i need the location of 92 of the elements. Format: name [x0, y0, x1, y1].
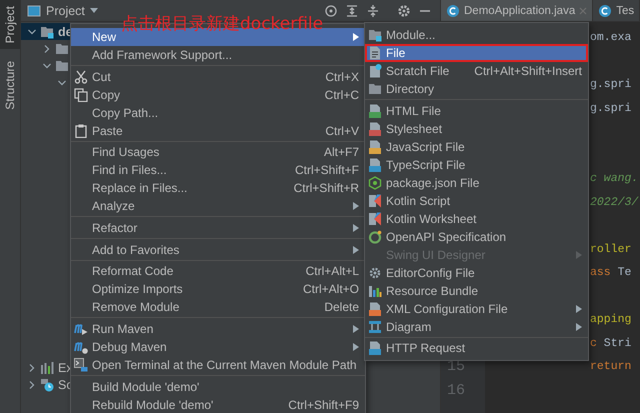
class-icon	[446, 4, 460, 18]
code-line: c Stri	[590, 336, 632, 350]
code-line: apping	[590, 313, 632, 326]
menu-item[interactable]: JavaScript File	[365, 138, 588, 156]
menu-item[interactable]: Reformat Code Ctrl+Alt+L	[71, 262, 365, 280]
gear-icon	[368, 266, 382, 280]
menu-item[interactable]: Directory	[365, 80, 588, 98]
collapse-all-icon[interactable]	[366, 4, 380, 18]
menu-item[interactable]: EditorConfig File	[365, 264, 588, 282]
api-file-icon	[368, 341, 382, 356]
menu-item[interactable]: Stylesheet	[365, 120, 588, 138]
folder-icon	[368, 82, 382, 96]
menu-item[interactable]: OpenAPI Specification	[365, 228, 588, 246]
kotlin-file-icon	[368, 212, 382, 226]
menu-item[interactable]: Remove Module Delete	[71, 298, 365, 316]
js-file-icon	[368, 140, 382, 154]
hexagon-icon	[368, 176, 382, 190]
menu-item[interactable]: Analyze	[71, 197, 365, 216]
menu-item[interactable]: Optimize Imports Ctrl+Alt+O	[71, 280, 365, 298]
folder-icon	[55, 58, 69, 72]
kotlin-file-icon	[368, 194, 382, 208]
menu-item[interactable]: Run Maven	[71, 320, 365, 338]
code-line: g.spri	[590, 78, 632, 92]
editor-tab[interactable]: DemoApplication.java	[441, 0, 594, 21]
ring-icon	[368, 230, 382, 244]
clipboard-icon	[74, 124, 88, 138]
code-line: c wang.	[590, 172, 638, 186]
menu-item[interactable]: package.json File	[365, 174, 588, 192]
menu-item[interactable]: Diagram	[365, 318, 588, 336]
menu-item[interactable]: HTTP Request	[365, 339, 588, 358]
menu-item[interactable]: Cut Ctrl+X	[71, 68, 365, 86]
code-line: g.spri	[590, 102, 632, 115]
menu-item[interactable]: Scratch File Ctrl+Alt+Shift+Insert	[365, 62, 588, 80]
chevron-icon[interactable]	[28, 364, 36, 372]
menu-item[interactable]: Copy Ctrl+C	[71, 86, 365, 104]
caret-icon[interactable]	[90, 8, 98, 14]
menu-item[interactable]: File	[365, 44, 588, 62]
ts-file-icon	[368, 158, 382, 172]
editor-tab[interactable]: Tes	[593, 0, 640, 21]
menu-item[interactable]: Module...	[365, 26, 588, 44]
css-file-icon	[368, 122, 382, 136]
code-line: om.exa	[590, 31, 632, 44]
code-line: ass Te	[590, 266, 632, 280]
locate-icon[interactable]	[324, 4, 338, 18]
menu-item[interactable]: Paste Ctrl+V	[71, 122, 365, 140]
class-icon	[598, 4, 612, 18]
scratch-file-icon	[368, 64, 382, 78]
chevron-icon[interactable]	[28, 380, 36, 388]
menu-item[interactable]: Replace in Files... Ctrl+Shift+R	[71, 179, 365, 198]
panel-title[interactable]: Project	[46, 4, 85, 18]
html-file-icon	[368, 104, 382, 118]
menu-item[interactable]: Add to Favorites	[71, 240, 365, 259]
menu-item[interactable]: Find in Files... Ctrl+Shift+F	[71, 161, 365, 180]
menu-item[interactable]: Resource Bundle	[365, 282, 588, 300]
settings-icon[interactable]	[397, 4, 411, 18]
menu-item[interactable]: Add Framework Support...	[71, 46, 365, 64]
window-icon	[27, 4, 41, 18]
tool-window-tab[interactable]: Structure	[0, 55, 20, 116]
menu-item[interactable]: Refactor	[71, 219, 365, 238]
scissors-icon	[74, 70, 88, 84]
menu-item[interactable]: Rebuild Module 'demo' Ctrl+Shift+F9	[71, 396, 365, 413]
chevron-icon[interactable]	[43, 44, 51, 52]
menu-item[interactable]: Kotlin Script	[365, 192, 588, 210]
xml-file-icon	[368, 302, 382, 316]
code-line: 2022/3/	[590, 196, 638, 209]
expand-all-icon[interactable]	[345, 4, 359, 18]
menu-item[interactable]: HTML File	[365, 102, 588, 120]
menu-item[interactable]: XML Configuration File	[365, 300, 588, 318]
m-bug-icon	[74, 340, 88, 354]
menu-item[interactable]: Copy Path...	[71, 104, 365, 122]
chevron-icon[interactable]	[58, 78, 66, 86]
menu-item[interactable]: Find Usages Alt+F7	[71, 143, 365, 162]
terminal-icon	[74, 358, 88, 372]
menu-item[interactable]: TypeScript File	[365, 156, 588, 174]
chevron-icon[interactable]	[43, 62, 51, 70]
menu-item[interactable]: Build Module 'demo'	[71, 378, 365, 396]
file-icon	[368, 46, 382, 60]
m-play-icon	[74, 322, 88, 336]
chevron-icon[interactable]	[28, 28, 36, 36]
library-icon	[40, 360, 54, 374]
menu-item[interactable]: Debug Maven	[71, 338, 365, 356]
code-line: roller	[590, 242, 632, 256]
module-folder-icon	[40, 24, 54, 38]
bar-chart-icon	[368, 284, 382, 298]
copy-icon	[74, 88, 88, 102]
code-line: return	[590, 360, 632, 374]
scratch-folder-icon	[40, 378, 54, 392]
module-folder-icon	[368, 28, 382, 42]
diagram-icon	[368, 320, 382, 334]
tool-window-tab[interactable]: Project	[0, 0, 20, 50]
menu-item[interactable]: Kotlin Worksheet	[365, 210, 588, 228]
menu-item[interactable]: Open Terminal at the Current Maven Module Path	[71, 356, 365, 374]
